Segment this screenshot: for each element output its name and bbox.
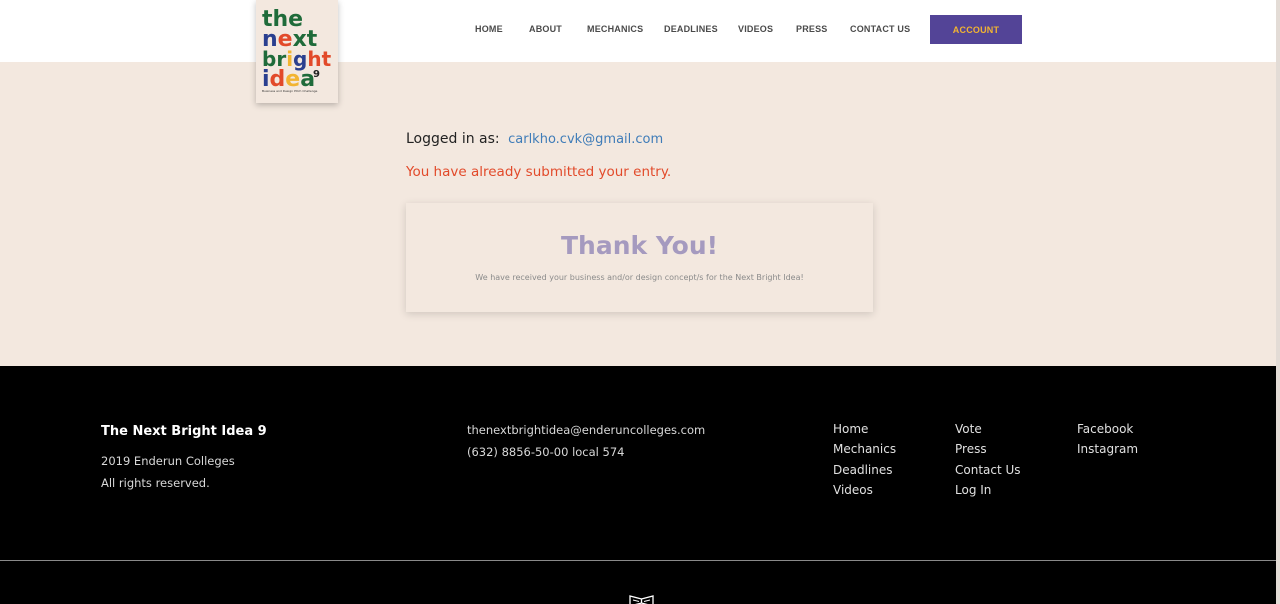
footer-link-home[interactable]: Home bbox=[833, 422, 896, 442]
thank-you-message: We have received your business and/or de… bbox=[475, 273, 804, 282]
site-footer: The Next Bright Idea 9 2019 Enderun Coll… bbox=[0, 366, 1276, 604]
nav-contact-us[interactable]: CONTACT US bbox=[850, 24, 910, 34]
footer-brand: The Next Bright Idea 9 bbox=[101, 424, 267, 439]
enderun-crest-icon bbox=[629, 595, 654, 604]
site-logo[interactable]: the next bright idea 9 Business and Desi… bbox=[256, 0, 338, 103]
footer-link-mechanics[interactable]: Mechanics bbox=[833, 442, 896, 462]
submission-notice: You have already submitted your entry. bbox=[406, 164, 672, 180]
account-button[interactable]: ACCOUNT bbox=[930, 15, 1022, 44]
nav-videos[interactable]: VIDEOS bbox=[738, 24, 773, 34]
svg-text:9: 9 bbox=[313, 69, 320, 80]
footer-link-press[interactable]: Press bbox=[955, 442, 1021, 462]
footer-link-facebook[interactable]: Facebook bbox=[1077, 422, 1138, 442]
footer-divider bbox=[0, 560, 1276, 561]
nav-press[interactable]: PRESS bbox=[796, 24, 828, 34]
svg-text:Business and Design Pitch Chal: Business and Design Pitch Challenge bbox=[262, 89, 318, 93]
nav-home[interactable]: HOME bbox=[475, 24, 503, 34]
footer-link-log-in[interactable]: Log In bbox=[955, 483, 1021, 503]
footer-links-secondary: Vote Press Contact Us Log In bbox=[955, 422, 1021, 503]
nav-mechanics[interactable]: MECHANICS bbox=[587, 24, 643, 34]
footer-links-social: Facebook Instagram bbox=[1077, 422, 1138, 463]
page-scrollbar[interactable] bbox=[1276, 0, 1280, 604]
site-header: the next bright idea 9 Business and Desi… bbox=[0, 0, 1280, 103]
user-email-link[interactable]: carlkho.cvk@gmail.com bbox=[508, 132, 663, 147]
thank-you-card: Thank You! We have received your busines… bbox=[406, 203, 873, 312]
footer-phone: (632) 8856-50-00 local 574 bbox=[467, 445, 625, 459]
thank-you-title: Thank You! bbox=[560, 231, 719, 260]
footer-email[interactable]: thenextbrightidea@enderuncolleges.com bbox=[467, 423, 705, 437]
footer-rights: All rights reserved. bbox=[101, 476, 210, 490]
nav-deadlines[interactable]: DEADLINES bbox=[664, 24, 718, 34]
footer-link-deadlines[interactable]: Deadlines bbox=[833, 463, 896, 483]
footer-links-main: Home Mechanics Deadlines Videos bbox=[833, 422, 896, 503]
footer-link-videos[interactable]: Videos bbox=[833, 483, 896, 503]
logged-in-label: Logged in as: bbox=[406, 131, 500, 147]
logo-graphic: the next bright idea 9 Business and Desi… bbox=[262, 7, 332, 93]
footer-copyright: 2019 Enderun Colleges bbox=[101, 454, 235, 468]
nav-about[interactable]: ABOUT bbox=[529, 24, 562, 34]
logged-in-status: Logged in as: carlkho.cvk@gmail.com bbox=[406, 131, 663, 147]
footer-link-vote[interactable]: Vote bbox=[955, 422, 1021, 442]
footer-link-instagram[interactable]: Instagram bbox=[1077, 442, 1138, 462]
footer-link-contact-us[interactable]: Contact Us bbox=[955, 463, 1021, 483]
